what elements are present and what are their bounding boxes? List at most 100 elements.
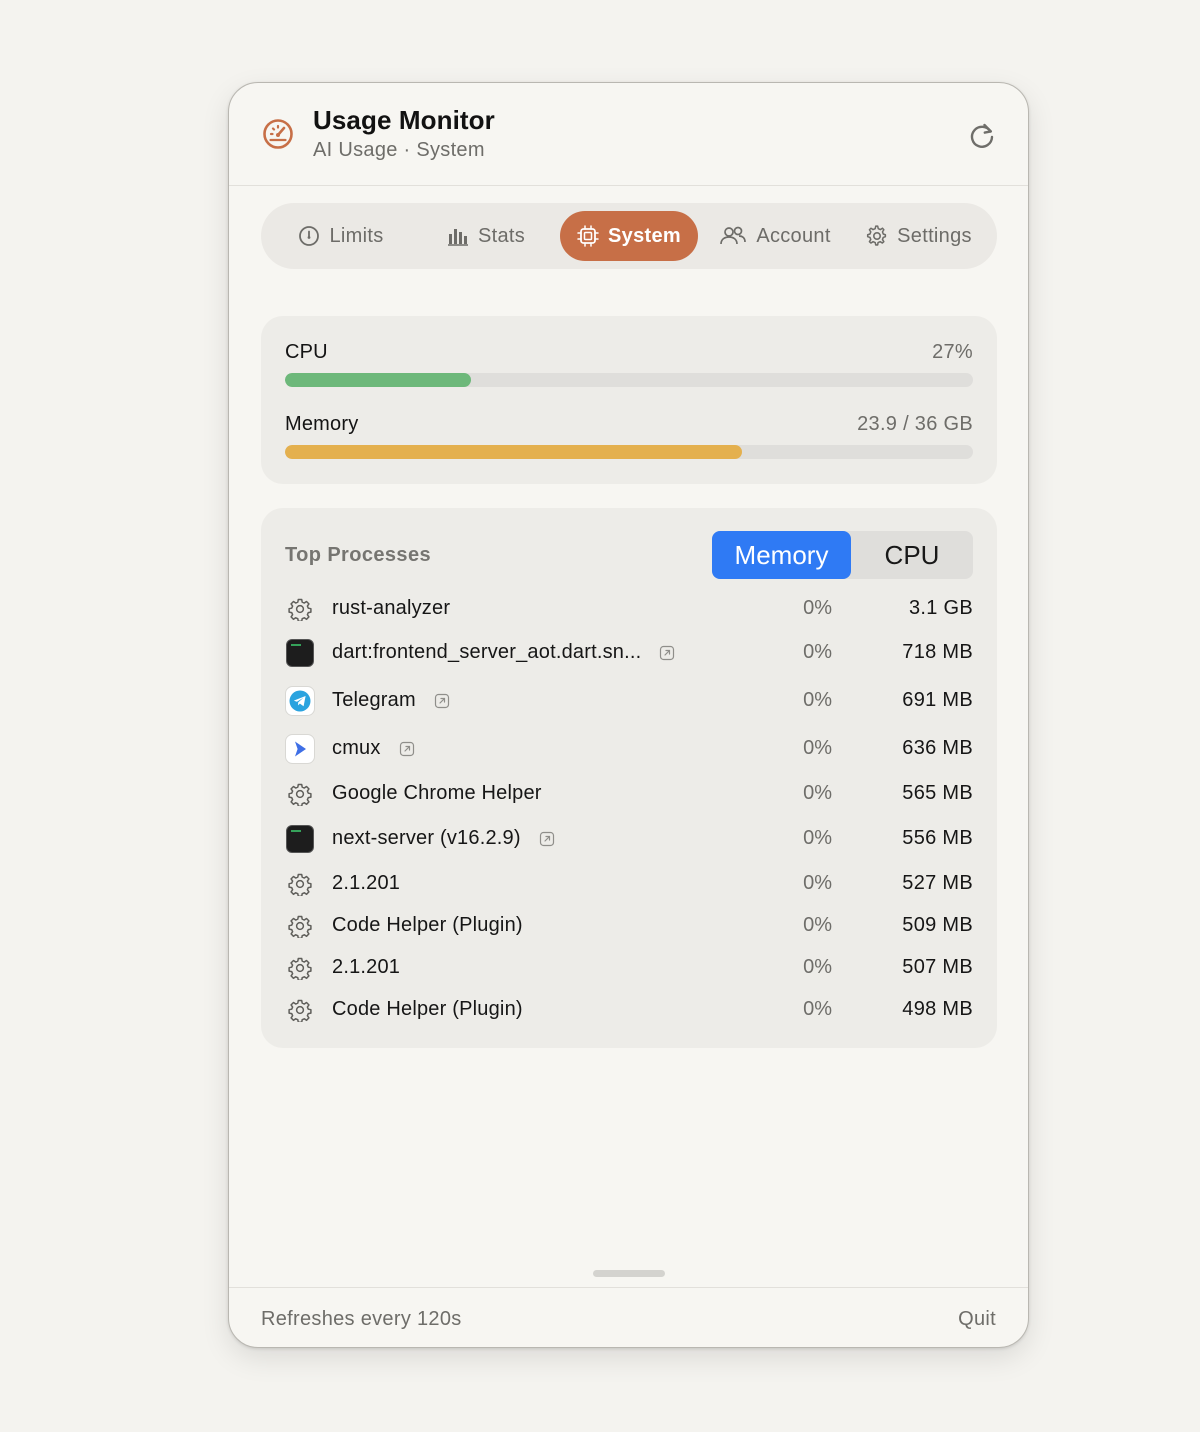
tab-stats[interactable]: Stats <box>426 211 546 261</box>
process-name: 2.1.201 <box>332 872 400 895</box>
gear-icon <box>285 779 315 809</box>
process-memory: 527 MB <box>902 872 973 894</box>
process-name: next-server (v16.2.9) <box>332 827 555 850</box>
process-memory: 565 MB <box>902 782 973 804</box>
gear-icon <box>285 594 315 624</box>
process-cpu: 0% <box>803 872 832 894</box>
refresh-icon[interactable] <box>965 119 999 153</box>
process-cpu: 0% <box>803 597 832 619</box>
tab-settings[interactable]: Settings <box>857 211 981 261</box>
process-cpu: 0% <box>803 827 832 849</box>
cpu-bar <box>285 373 973 387</box>
bar-chart-icon <box>447 229 468 246</box>
process-row: rust-analyzer 0% 3.1 GB <box>261 588 997 630</box>
gear-icon <box>285 995 315 1025</box>
resource-usage-card: CPU 27% Memory 23.9 / 36 GB <box>261 316 997 484</box>
process-memory: 498 MB <box>902 998 973 1020</box>
open-app-icon[interactable] <box>434 693 450 709</box>
memory-value: 23.9 / 36 GB <box>857 413 973 435</box>
process-memory: 3.1 GB <box>908 597 973 619</box>
footer: Refreshes every 120s Quit <box>229 1287 1028 1347</box>
process-memory: 718 MB <box>902 641 973 663</box>
cpu-label: CPU <box>285 341 328 363</box>
cpu-bar-fill <box>285 373 471 387</box>
process-row: next-server (v16.2.9) 0% 556 MB <box>261 818 997 860</box>
process-name: Google Chrome Helper <box>332 782 542 805</box>
tab-bar: Limits Stats System Account Settings <box>261 203 997 269</box>
process-memory: 509 MB <box>902 914 973 936</box>
tab-label: Stats <box>477 224 526 247</box>
sort-segmented-control: Memory CPU <box>712 531 973 579</box>
process-memory: 691 MB <box>902 689 973 711</box>
process-row: cmux 0% 636 MB <box>261 728 997 770</box>
process-name: Code Helper (Plugin) <box>332 998 523 1021</box>
sort-memory-button[interactable]: Memory <box>712 531 851 579</box>
process-name-text: 2.1.201 <box>332 956 401 978</box>
process-cpu: 0% <box>803 689 832 711</box>
refresh-interval-text: Refreshes every 120s <box>261 1308 462 1330</box>
process-name-text: cmux <box>332 737 381 759</box>
gauge-icon <box>299 226 320 246</box>
open-app-icon[interactable] <box>399 741 415 757</box>
gear-icon <box>285 869 315 899</box>
process-name-text: Code Helper (Plugin) <box>332 914 523 936</box>
memory-bar-fill <box>285 445 742 459</box>
process-row: Code Helper (Plugin) 0% 498 MB <box>261 989 997 1031</box>
process-row: 2.1.201 0% 507 MB <box>261 947 997 989</box>
app-title: Usage Monitor <box>313 105 495 135</box>
process-cpu: 0% <box>803 737 832 759</box>
gear-icon <box>285 911 315 941</box>
process-name-text: Code Helper (Plugin) <box>332 998 523 1020</box>
tab-label: Account <box>756 224 831 247</box>
process-name: rust-analyzer <box>332 597 450 620</box>
process-cpu: 0% <box>803 998 832 1020</box>
process-name-text: next-server (v16.2.9) <box>332 827 521 849</box>
telegram-icon <box>285 686 315 716</box>
gear-icon <box>285 953 315 983</box>
process-name-text: rust-analyzer <box>332 597 451 619</box>
tab-system[interactable]: System <box>560 211 698 261</box>
memory-bar <box>285 445 973 459</box>
cmux-icon <box>285 734 315 764</box>
process-name-text: Telegram <box>332 689 416 711</box>
top-processes-title: Top Processes <box>285 544 432 566</box>
process-name-text: 2.1.201 <box>332 872 401 894</box>
cpu-value: 27% <box>932 341 973 363</box>
gear-icon <box>867 225 887 246</box>
process-cpu: 0% <box>803 641 832 663</box>
header: Usage Monitor AI Usage · System <box>229 83 1028 186</box>
people-icon <box>720 226 747 245</box>
process-cpu: 0% <box>803 956 832 978</box>
gauge-icon <box>263 119 293 149</box>
process-row: 2.1.201 0% 527 MB <box>261 863 997 905</box>
tab-label: System <box>608 224 681 247</box>
process-cpu: 0% <box>803 914 832 936</box>
tab-label: Limits <box>329 224 384 247</box>
app-subtitle: AI Usage · System <box>313 139 485 161</box>
process-row: Code Helper (Plugin) 0% 509 MB <box>261 905 997 947</box>
open-app-icon[interactable] <box>539 831 555 847</box>
process-row: Telegram 0% 691 MB <box>261 680 997 722</box>
cpu-chip-icon <box>577 225 599 247</box>
resize-handle[interactable] <box>593 1270 665 1277</box>
process-name: Code Helper (Plugin) <box>332 914 523 937</box>
process-name-text: Google Chrome Helper <box>332 782 542 804</box>
tab-limits[interactable]: Limits <box>281 211 401 261</box>
process-name: dart:frontend_server_aot.dart.sn... <box>332 641 675 664</box>
process-row: Google Chrome Helper 0% 565 MB <box>261 773 997 815</box>
open-app-icon[interactable] <box>659 645 675 661</box>
process-name: cmux <box>332 737 415 760</box>
process-memory: 507 MB <box>902 956 973 978</box>
sort-cpu-button[interactable]: CPU <box>851 531 973 579</box>
usage-monitor-window: Usage Monitor AI Usage · System Limits S… <box>228 82 1029 1348</box>
process-name: 2.1.201 <box>332 956 400 979</box>
quit-button[interactable]: Quit <box>958 1308 996 1331</box>
memory-label: Memory <box>285 413 359 435</box>
tab-account[interactable]: Account <box>711 211 839 261</box>
top-processes-card: Top Processes Memory CPU rust-analyzer 0%… <box>261 508 997 1048</box>
process-row: dart:frontend_server_aot.dart.sn... 0% 718… <box>261 632 997 674</box>
process-name-text: dart:frontend_server_aot.dart.sn... <box>332 641 642 663</box>
process-name: Telegram <box>332 689 450 712</box>
process-memory: 556 MB <box>902 827 973 849</box>
terminal-icon <box>285 638 315 668</box>
